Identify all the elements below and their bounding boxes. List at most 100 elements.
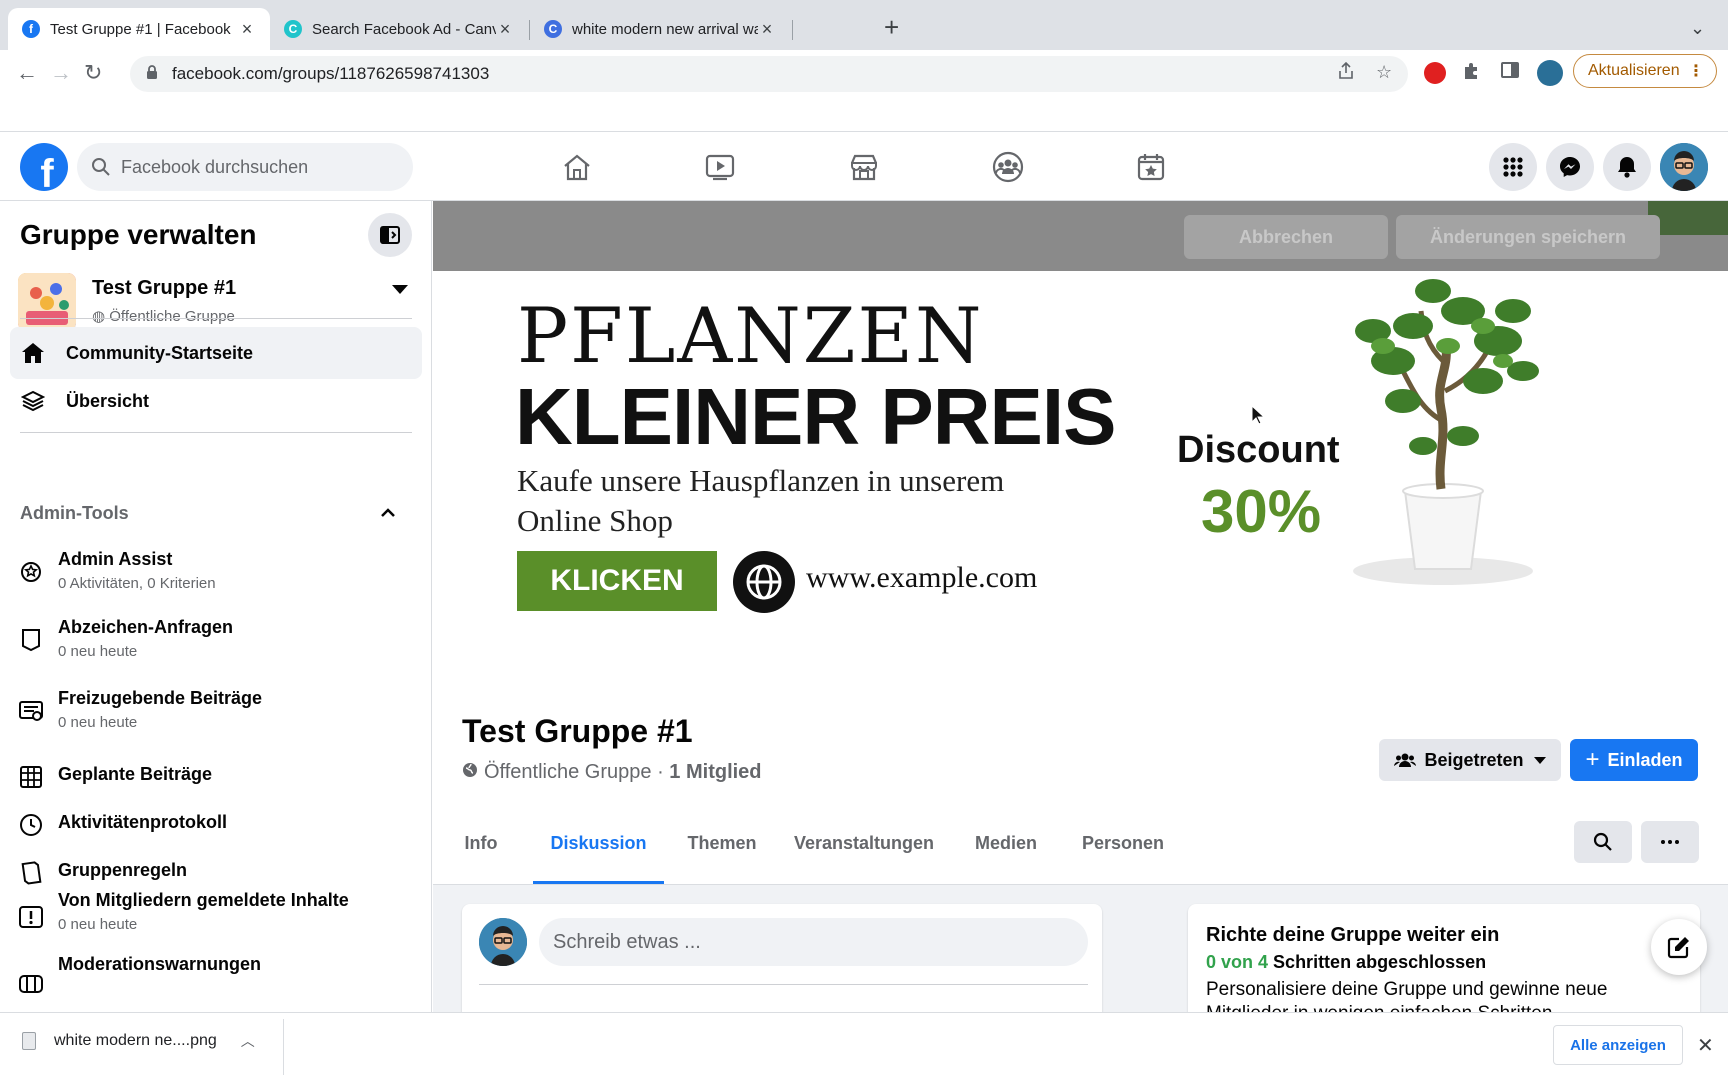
downloads-separator xyxy=(283,1019,284,1075)
discount-value: 30% xyxy=(1201,478,1322,545)
tab-media[interactable]: Medien xyxy=(956,801,1056,885)
cover-photo[interactable]: PFLANZEN KLEINER PREIS Kaufe unsere Haus… xyxy=(433,271,1728,671)
joined-label: Beigetreten xyxy=(1424,749,1524,770)
bookmark-star-icon[interactable]: ☆ xyxy=(1376,62,1392,83)
save-changes-button[interactable]: Änderungen speichern xyxy=(1396,215,1660,259)
tool-label: Admin Assist xyxy=(58,549,173,569)
joined-button[interactable]: Beigetreten xyxy=(1379,739,1561,781)
messenger-icon[interactable] xyxy=(1546,143,1594,191)
facebook-search-input[interactable]: Facebook durchsuchen xyxy=(77,143,413,191)
manage-group-sidebar: Gruppe verwalten Test Gruppe #1 ◍ Öffent… xyxy=(0,201,432,1012)
composer-avatar[interactable] xyxy=(479,918,527,966)
download-item[interactable]: white modern ne....png ︿ xyxy=(22,1031,255,1051)
globe-icon xyxy=(733,551,795,613)
facebook-logo-letter: f xyxy=(40,152,54,191)
extensions-puzzle-icon[interactable] xyxy=(1462,62,1480,85)
group-switcher[interactable]: Test Gruppe #1 ◍ Öffentliche Gruppe xyxy=(18,273,418,333)
show-all-downloads-button[interactable]: Alle anzeigen xyxy=(1553,1025,1683,1065)
chevron-up-icon[interactable] xyxy=(380,505,396,523)
file-icon xyxy=(22,1032,36,1050)
tool-label: Geplante Beiträge xyxy=(58,764,213,784)
tool-sub: 0 neu heute xyxy=(58,643,138,660)
browser-tab-canva-search[interactable]: C Search Facebook Ad - Canva × xyxy=(270,8,528,50)
tool-sub: 0 Aktivitäten, 0 Kriterien xyxy=(58,575,216,592)
sidebar-item-activity-log[interactable]: Aktivitätenprotokoll xyxy=(18,800,418,850)
search-placeholder: Facebook durchsuchen xyxy=(121,156,309,177)
sidebar-item-moderation-warnings[interactable]: Moderationswarnungen xyxy=(18,954,418,1004)
marketplace-icon[interactable] xyxy=(844,147,884,187)
sidebar-item-admin-assist[interactable]: Admin Assist 0 Aktivitäten, 0 Kriterien xyxy=(18,549,418,599)
tab-info[interactable]: Info xyxy=(436,801,526,885)
group-title: Test Gruppe #1 xyxy=(462,713,693,749)
adblock-extension-icon[interactable] xyxy=(1424,62,1446,84)
invite-label: Einladen xyxy=(1607,749,1683,770)
reload-icon[interactable]: ↻ xyxy=(84,60,102,86)
browser-tab-facebook[interactable]: f Test Gruppe #1 | Facebook × xyxy=(8,8,270,50)
tab-search-chevron-icon[interactable]: ⌄ xyxy=(1690,18,1705,39)
tab-events[interactable]: Veranstaltungen xyxy=(780,801,948,885)
sidebar-item-pending-posts[interactable]: Freizugebende Beiträge 0 neu heute xyxy=(18,688,418,738)
close-icon[interactable]: ✕ xyxy=(1697,1033,1714,1058)
clock-icon xyxy=(18,812,44,838)
tab-people[interactable]: Personen xyxy=(1064,801,1182,885)
home-icon[interactable] xyxy=(557,147,597,187)
cover-edit-bar: Abbrechen Änderungen speichern xyxy=(433,201,1728,271)
write-something-input[interactable]: Schreib etwas ... xyxy=(539,918,1088,966)
browser-content-gap xyxy=(0,98,1728,132)
browser-tab-canva-design[interactable]: C white modern new arrival watc × xyxy=(530,8,790,50)
more-options-button[interactable] xyxy=(1641,821,1699,863)
tool-label: Abzeichen-Anfragen xyxy=(58,617,234,637)
browser-tab-strip: f Test Gruppe #1 | Facebook × C Search F… xyxy=(0,0,1728,50)
tool-sub: 0 neu heute xyxy=(58,714,138,731)
menu-grid-icon[interactable] xyxy=(1489,143,1537,191)
tab-discussion[interactable]: Diskussion xyxy=(533,801,664,885)
profile-avatar[interactable] xyxy=(1537,60,1563,86)
edit-bar-accent xyxy=(1648,201,1728,235)
gaming-icon[interactable] xyxy=(1131,147,1171,187)
tab-close-icon[interactable]: × xyxy=(238,19,256,40)
watch-icon[interactable] xyxy=(700,147,740,187)
setup-progress-count: 0 von 4 xyxy=(1206,952,1269,972)
group-search-button[interactable] xyxy=(1574,821,1632,863)
member-count[interactable]: 1 Mitglied xyxy=(669,761,761,784)
update-browser-button[interactable]: Aktualisieren ⋮ xyxy=(1573,54,1717,88)
address-bar[interactable]: facebook.com/groups/1187626598741303 xyxy=(130,56,1408,92)
url-text: facebook.com/groups/1187626598741303 xyxy=(172,64,490,83)
new-tab-icon[interactable]: + xyxy=(884,14,899,40)
browser-menu-icon[interactable]: ⋮ xyxy=(1688,61,1704,81)
tab-close-icon[interactable]: × xyxy=(758,19,776,40)
group-tabs: Info Diskussion Themen Veranstaltungen M… xyxy=(433,801,1728,885)
compose-icon xyxy=(1667,937,1689,959)
sidebar-item-scheduled-posts[interactable]: Geplante Beiträge xyxy=(18,752,418,802)
new-message-button[interactable] xyxy=(1651,919,1707,975)
admin-tools-heading[interactable]: Admin-Tools xyxy=(20,503,129,524)
sidebar-item-badge-requests[interactable]: Abzeichen-Anfragen 0 neu heute xyxy=(18,617,418,667)
report-icon xyxy=(18,904,44,930)
account-avatar[interactable] xyxy=(1660,143,1708,191)
composer-divider xyxy=(479,984,1088,985)
invite-button[interactable]: + Einladen xyxy=(1570,739,1698,781)
tab-topics[interactable]: Themen xyxy=(672,801,772,885)
tab-close-icon[interactable]: × xyxy=(496,19,514,40)
share-icon[interactable] xyxy=(1338,61,1354,85)
collapse-sidebar-button[interactable] xyxy=(368,213,412,257)
cancel-button[interactable]: Abbrechen xyxy=(1184,215,1388,259)
chevron-up-icon[interactable]: ︿ xyxy=(241,1031,255,1051)
post-composer: Schreib etwas ... xyxy=(462,904,1102,1012)
sidebar-item-overview[interactable]: Übersicht xyxy=(10,375,422,427)
group-header: Test Gruppe #1 Öffentliche Gruppe · 1 Mi… xyxy=(433,671,1728,801)
sidebar-item-community-home[interactable]: Community-Startseite xyxy=(10,327,422,379)
group-privacy-label: Öffentliche Gruppe xyxy=(484,761,652,783)
setup-card-description: Personalisiere deine Gruppe und gewinne … xyxy=(1206,979,1608,1012)
sidebar-item-reported-content[interactable]: Von Mitgliedern gemeldete Inhalte 0 neu … xyxy=(18,890,418,950)
groups-icon[interactable] xyxy=(988,147,1028,187)
tool-label: Gruppenregeln xyxy=(58,860,188,880)
forward-arrow-icon[interactable]: → xyxy=(50,60,72,86)
side-panel-icon[interactable] xyxy=(1501,62,1519,83)
notifications-bell-icon[interactable] xyxy=(1603,143,1651,191)
facebook-logo-icon[interactable]: f xyxy=(20,143,68,191)
active-tab-indicator xyxy=(533,881,664,884)
back-arrow-icon[interactable]: ← xyxy=(16,60,38,86)
facebook-top-bar: f Facebook durchsuchen xyxy=(0,133,1728,201)
group-dropdown-caret-icon[interactable] xyxy=(392,285,408,294)
